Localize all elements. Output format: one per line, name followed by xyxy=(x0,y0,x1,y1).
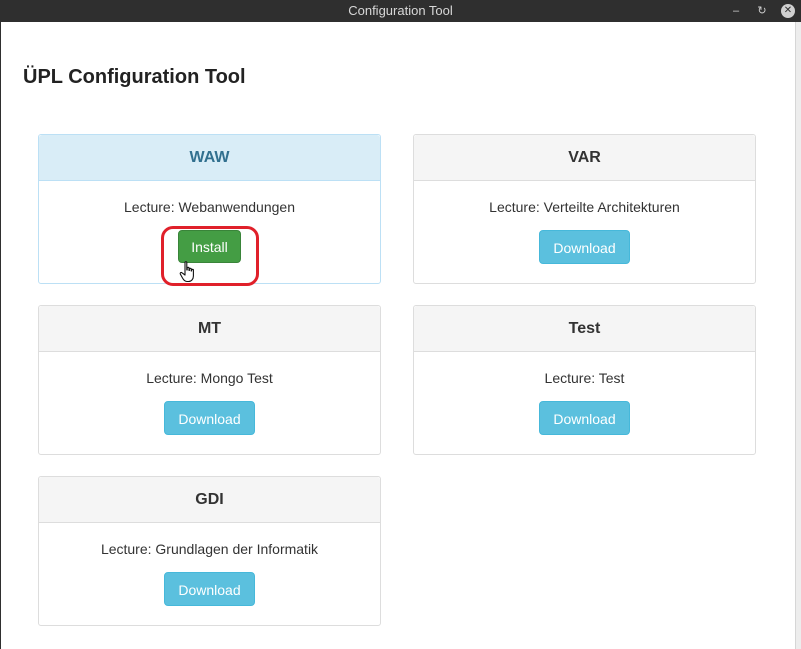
course-card-mt: MT Lecture: Mongo Test Download xyxy=(38,305,381,455)
minimize-icon[interactable]: – xyxy=(729,4,743,18)
card-title: WAW xyxy=(39,135,380,181)
lecture-name: Lecture: Verteilte Architekturen xyxy=(489,199,680,215)
hand-pointer-icon xyxy=(179,261,194,283)
card-title: MT xyxy=(39,306,380,352)
lecture-name: Lecture: Webanwendungen xyxy=(124,199,295,215)
course-card-var: VAR Lecture: Verteilte Architekturen Dow… xyxy=(413,134,756,284)
lecture-name: Lecture: Mongo Test xyxy=(146,370,273,386)
application-window: Configuration Tool – ↻ ✕ ÜPL Configurati… xyxy=(0,0,801,649)
window-title: Configuration Tool xyxy=(348,3,453,18)
maximize-icon[interactable]: ↻ xyxy=(755,4,769,18)
download-button[interactable]: Download xyxy=(539,230,630,264)
course-card-gdi: GDI Lecture: Grundlagen der Informatik D… xyxy=(38,476,381,626)
lecture-name: Lecture: Grundlagen der Informatik xyxy=(100,541,319,557)
course-card-test: Test Lecture: Test Download xyxy=(413,305,756,455)
lecture-name: Lecture: Test xyxy=(544,370,625,386)
card-title: Test xyxy=(414,306,755,352)
close-icon[interactable]: ✕ xyxy=(781,4,795,18)
title-bar[interactable]: Configuration Tool – ↻ ✕ xyxy=(0,0,801,22)
card-title: VAR xyxy=(414,135,755,181)
course-card-waw: WAW Lecture: Webanwendungen Install xyxy=(38,134,381,286)
card-title: GDI xyxy=(39,477,380,523)
window-border xyxy=(795,22,801,649)
install-button[interactable]: Install xyxy=(178,230,241,263)
download-button[interactable]: Download xyxy=(164,401,255,435)
page-title: ÜPL Configuration Tool xyxy=(23,66,246,88)
download-button[interactable]: Download xyxy=(539,401,630,435)
main-content: ÜPL Configuration Tool WAW Lecture: Weba… xyxy=(1,22,795,649)
window-controls: – ↻ ✕ xyxy=(729,0,795,22)
download-button[interactable]: Download xyxy=(164,572,255,606)
